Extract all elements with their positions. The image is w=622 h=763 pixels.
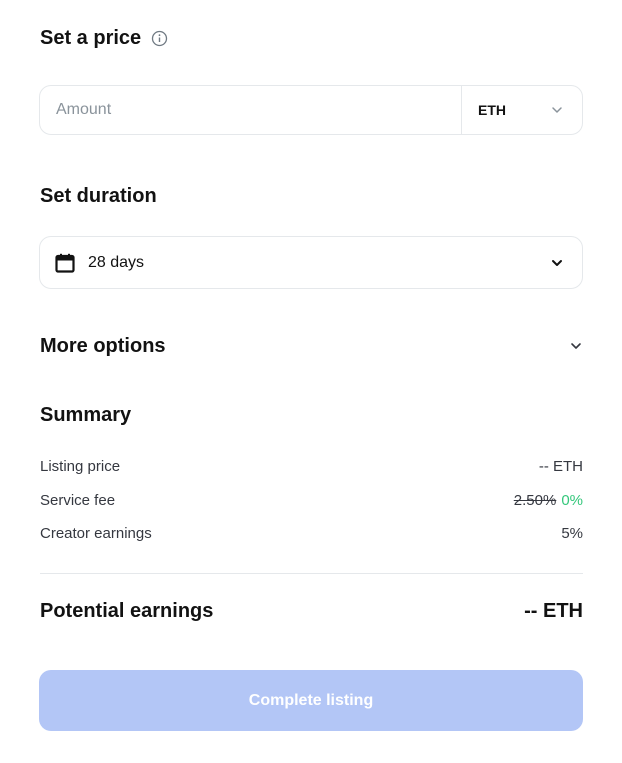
- more-options-label: More options: [40, 334, 166, 357]
- complete-listing-button[interactable]: Complete listing: [39, 670, 583, 731]
- listing-price-label: Listing price: [40, 458, 121, 475]
- price-field-group: ETH: [39, 85, 583, 135]
- summary-heading: Summary: [40, 404, 132, 426]
- set-price-title: Set a price: [40, 27, 142, 49]
- chevron-down-icon: [550, 256, 564, 270]
- summary-row-creator-earnings: Creator earnings 5%: [40, 525, 583, 542]
- summary-row-listing-price: Listing price -- ETH: [40, 458, 583, 475]
- potential-earnings-label: Potential earnings: [40, 600, 214, 622]
- service-fee-old: 2.50%: [513, 492, 557, 509]
- set-price-heading: Set a price: [40, 27, 168, 50]
- chevron-down-icon: [550, 103, 564, 117]
- chevron-down-icon: [569, 339, 583, 353]
- divider: [40, 573, 583, 574]
- more-options-toggle[interactable]: More options: [40, 332, 583, 360]
- currency-label: ETH: [478, 102, 506, 118]
- duration-select[interactable]: 28 days: [39, 236, 583, 289]
- amount-input[interactable]: [40, 86, 461, 134]
- info-icon[interactable]: [151, 30, 168, 47]
- service-fee-value: 2.50% 0%: [514, 492, 583, 509]
- potential-earnings-value: -- ETH: [524, 600, 583, 622]
- creator-earnings-label: Creator earnings: [40, 525, 152, 542]
- set-duration-heading: Set duration: [40, 185, 157, 207]
- duration-value: 28 days: [88, 253, 145, 271]
- summary-row-service-fee: Service fee 2.50% 0%: [40, 492, 583, 509]
- potential-earnings-row: Potential earnings -- ETH: [40, 600, 583, 623]
- listing-price-value: -- ETH: [538, 458, 583, 475]
- service-fee-label: Service fee: [40, 492, 116, 509]
- currency-select[interactable]: ETH: [461, 86, 582, 134]
- creator-earnings-value: 5%: [561, 525, 583, 542]
- calendar-icon: [54, 252, 76, 274]
- service-fee-new: 0%: [561, 492, 583, 509]
